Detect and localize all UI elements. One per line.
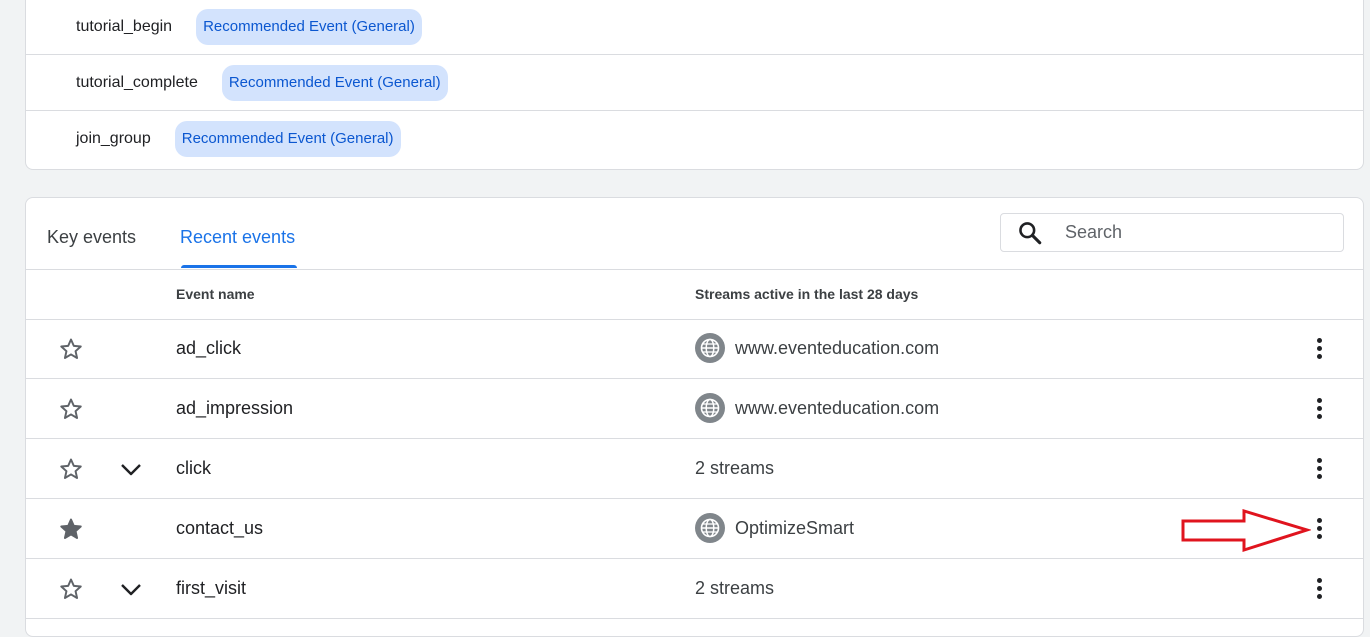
table-row: click 2 streams: [26, 439, 1363, 499]
table-row: ad_click www.eventeducation.com: [26, 319, 1363, 379]
search-icon[interactable]: [1017, 220, 1043, 246]
events-tabs: Key events Recent events: [26, 198, 1363, 270]
annotation-arrow-icon: [1181, 509, 1311, 553]
column-header-streams[interactable]: Streams active in the last 28 days: [695, 286, 918, 302]
recommended-event-chip: Recommended Event (General): [221, 64, 448, 101]
star-outline-icon[interactable]: [57, 396, 85, 422]
more-options-icon[interactable]: [1309, 333, 1329, 363]
globe-icon: [695, 513, 725, 543]
more-options-icon[interactable]: [1309, 573, 1329, 603]
tab-key-events[interactable]: Key events: [47, 227, 136, 248]
more-options-icon[interactable]: [1309, 393, 1329, 423]
search-box[interactable]: [1000, 213, 1344, 252]
table-row: first_visit 2 streams: [26, 559, 1363, 619]
event-name: tutorial_complete: [76, 73, 198, 91]
event-name[interactable]: ad_click: [176, 338, 241, 359]
more-options-icon[interactable]: [1309, 453, 1329, 483]
event-name[interactable]: click: [176, 458, 211, 479]
stream-name: www.eventeducation.com: [735, 398, 940, 418]
event-name[interactable]: contact_us: [176, 518, 263, 539]
stream-count: 2 streams: [695, 578, 775, 598]
search-input[interactable]: [1063, 221, 1327, 244]
event-name[interactable]: first_visit: [176, 578, 246, 599]
chevron-down-icon[interactable]: [119, 579, 143, 599]
recommended-events-card: tutorial_begin Recommended Event (Genera…: [25, 0, 1364, 170]
stream-count: 2 streams: [695, 458, 775, 478]
star-outline-icon[interactable]: [57, 456, 85, 482]
globe-icon: [695, 333, 725, 363]
table-row: contact_us OptimizeSmart: [26, 499, 1363, 559]
star-outline-icon[interactable]: [57, 336, 85, 362]
table-header: Event name Streams active in the last 28…: [26, 269, 1363, 320]
recommended-event-row: tutorial_begin Recommended Event (Genera…: [26, 0, 1363, 55]
stream-name: www.eventeducation.com: [735, 338, 940, 358]
more-options-icon[interactable]: [1309, 513, 1329, 543]
recommended-event-row: join_group Recommended Event (General): [26, 111, 1363, 167]
star-filled-icon[interactable]: [57, 516, 85, 542]
event-name[interactable]: ad_impression: [176, 398, 293, 419]
recommended-event-chip: Recommended Event (General): [174, 121, 401, 157]
recommended-event-chip: Recommended Event (General): [196, 8, 422, 45]
active-tab-indicator: [181, 265, 297, 268]
recommended-event-row: tutorial_complete Recommended Event (Gen…: [26, 55, 1363, 111]
tab-recent-events[interactable]: Recent events: [180, 227, 295, 248]
column-header-event-name[interactable]: Event name: [176, 286, 255, 302]
event-name: join_group: [76, 130, 151, 147]
star-outline-icon[interactable]: [57, 576, 85, 602]
chevron-down-icon[interactable]: [119, 459, 143, 479]
events-card: Key events Recent events Event name Stre…: [25, 197, 1364, 637]
stream-name: OptimizeSmart: [735, 518, 855, 538]
table-row: ad_impression www.eventeducation.com: [26, 379, 1363, 439]
globe-icon: [695, 393, 725, 423]
event-name: tutorial_begin: [76, 17, 173, 35]
